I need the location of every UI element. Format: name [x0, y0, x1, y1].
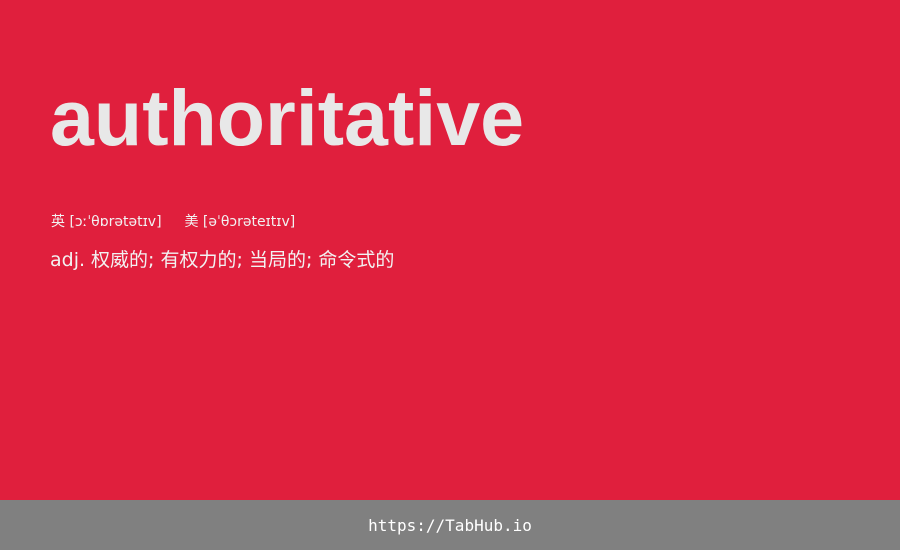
- us-label: 美: [184, 214, 199, 230]
- phonetics-line: 英 [ɔːˈθɒrətətɪv] 美 [əˈθɔrəteɪtɪv]: [51, 212, 295, 232]
- us-phonetic: [əˈθɔrəteɪtɪv]: [202, 214, 296, 230]
- uk-label: 英: [51, 214, 65, 230]
- definition-text: adj. 权威的; 有权力的; 当局的; 命令式的: [50, 249, 395, 271]
- headword: authoritative: [50, 73, 525, 162]
- word-card: authoritative 英 [ɔːˈθɒrətətɪv] 美 [əˈθɔrə…: [0, 0, 900, 500]
- footer-bar: https://TabHub.io: [0, 500, 900, 550]
- tabhub-link[interactable]: https://TabHub.io: [368, 516, 532, 535]
- uk-phonetic: [ɔːˈθɒrətətɪv]: [69, 214, 162, 230]
